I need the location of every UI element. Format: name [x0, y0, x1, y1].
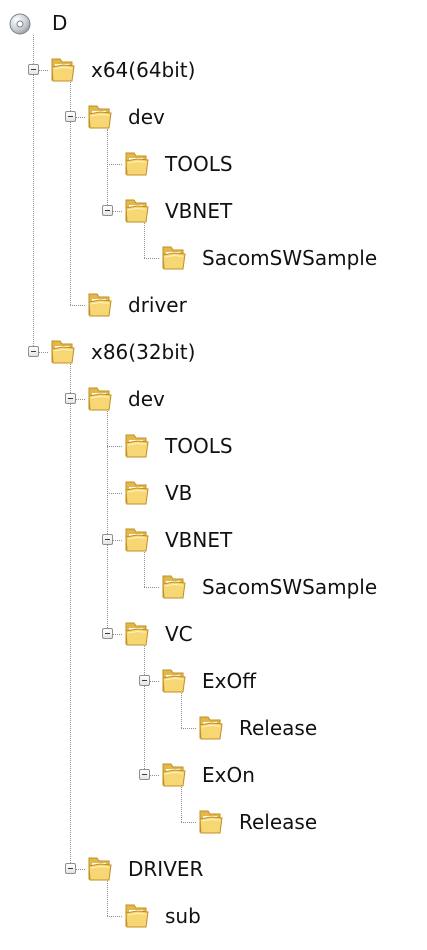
tree-node-label: Release [239, 810, 318, 834]
folder-icon [87, 385, 113, 413]
tree-node-label: x86(32bit) [91, 340, 196, 364]
folder-icon [87, 103, 113, 131]
tree-node-x64-dev[interactable]: dev [0, 94, 427, 141]
tree-node-x86-driver-sub[interactable]: sub [0, 893, 427, 940]
tree-node-x86-dev-vb[interactable]: VB [0, 470, 427, 517]
tree-node-label: DRIVER [128, 857, 204, 881]
collapse-toggle-icon[interactable] [139, 675, 150, 686]
folder-icon [124, 197, 150, 225]
collapse-toggle-icon[interactable] [102, 205, 113, 216]
tree-node-label: VB [165, 481, 193, 505]
tree-node-label: D [52, 11, 68, 35]
disc-drive-icon [9, 13, 31, 35]
tree-node-x64-driver[interactable]: driver [0, 282, 427, 329]
folder-icon [161, 244, 187, 272]
collapse-toggle-icon[interactable] [65, 111, 76, 122]
folder-tree: Dx64(64bit) dev TOOLS VBNET SacomSWSample dri… [0, 0, 427, 950]
tree-node-x86-dev-vbnet[interactable]: VBNET [0, 517, 427, 564]
tree-node-x86-dev-tools[interactable]: TOOLS [0, 423, 427, 470]
folder-icon [124, 432, 150, 460]
collapse-toggle-icon[interactable] [65, 863, 76, 874]
tree-node-x86-dev-vc-exon[interactable]: ExOn [0, 752, 427, 799]
folder-icon [124, 620, 150, 648]
tree-node-label: driver [128, 293, 187, 317]
folder-icon [124, 526, 150, 554]
tree-node-x86[interactable]: x86(32bit) [0, 329, 427, 376]
tree-node-root[interactable]: D [0, 0, 427, 47]
folder-icon [124, 150, 150, 178]
tree-connector-line [70, 305, 85, 306]
tree-connector-line [181, 728, 196, 729]
tree-node-x64[interactable]: x64(64bit) [0, 47, 427, 94]
tree-node-label: sub [165, 904, 201, 928]
collapse-toggle-icon[interactable] [102, 628, 113, 639]
tree-node-x64-dev-vbnet[interactable]: VBNET [0, 188, 427, 235]
tree-node-label: SacomSWSample [202, 575, 378, 599]
folder-icon [124, 479, 150, 507]
folder-icon [50, 338, 76, 366]
collapse-toggle-icon[interactable] [65, 393, 76, 404]
tree-node-label: VC [165, 622, 193, 646]
tree-node-x86-dev-vbnet-sample[interactable]: SacomSWSample [0, 564, 427, 611]
tree-node-x86-dev-vc-exoff-release[interactable]: Release [0, 705, 427, 752]
tree-node-x86-dev-vc-exon-release[interactable]: Release [0, 799, 427, 846]
collapse-toggle-icon[interactable] [139, 769, 150, 780]
tree-node-label: SacomSWSample [202, 246, 378, 270]
folder-icon [50, 56, 76, 84]
folder-icon [161, 761, 187, 789]
folder-icon [161, 667, 187, 695]
tree-node-label: TOOLS [165, 152, 233, 176]
tree-connector-line [144, 258, 159, 259]
tree-node-label: ExOn [202, 763, 255, 787]
tree-node-x64-dev-tools[interactable]: TOOLS [0, 141, 427, 188]
folder-icon [198, 714, 224, 742]
tree-connector-line [144, 587, 159, 588]
folder-icon [87, 855, 113, 883]
tree-connector-line [181, 822, 196, 823]
tree-connector-line [107, 916, 122, 917]
tree-connector-line [107, 164, 122, 165]
tree-connector-line [107, 493, 122, 494]
tree-node-label: Release [239, 716, 318, 740]
tree-connector-line [107, 446, 122, 447]
folder-icon [161, 573, 187, 601]
tree-node-label: ExOff [202, 669, 256, 693]
tree-node-label: VBNET [165, 199, 233, 223]
folder-icon [198, 808, 224, 836]
tree-node-label: dev [128, 387, 165, 411]
tree-node-x86-dev-vc-exoff[interactable]: ExOff [0, 658, 427, 705]
folder-icon [124, 902, 150, 930]
tree-node-x86-dev[interactable]: dev [0, 376, 427, 423]
collapse-toggle-icon[interactable] [28, 64, 39, 75]
tree-node-x86-dev-vc[interactable]: VC [0, 611, 427, 658]
tree-node-label: dev [128, 105, 165, 129]
collapse-toggle-icon[interactable] [102, 534, 113, 545]
tree-node-x64-dev-vbnet-sample[interactable]: SacomSWSample [0, 235, 427, 282]
tree-node-label: VBNET [165, 528, 233, 552]
folder-icon [87, 291, 113, 319]
tree-node-x86-driver[interactable]: DRIVER [0, 846, 427, 893]
tree-node-label: TOOLS [165, 434, 233, 458]
tree-node-label: x64(64bit) [91, 58, 196, 82]
collapse-toggle-icon[interactable] [28, 346, 39, 357]
